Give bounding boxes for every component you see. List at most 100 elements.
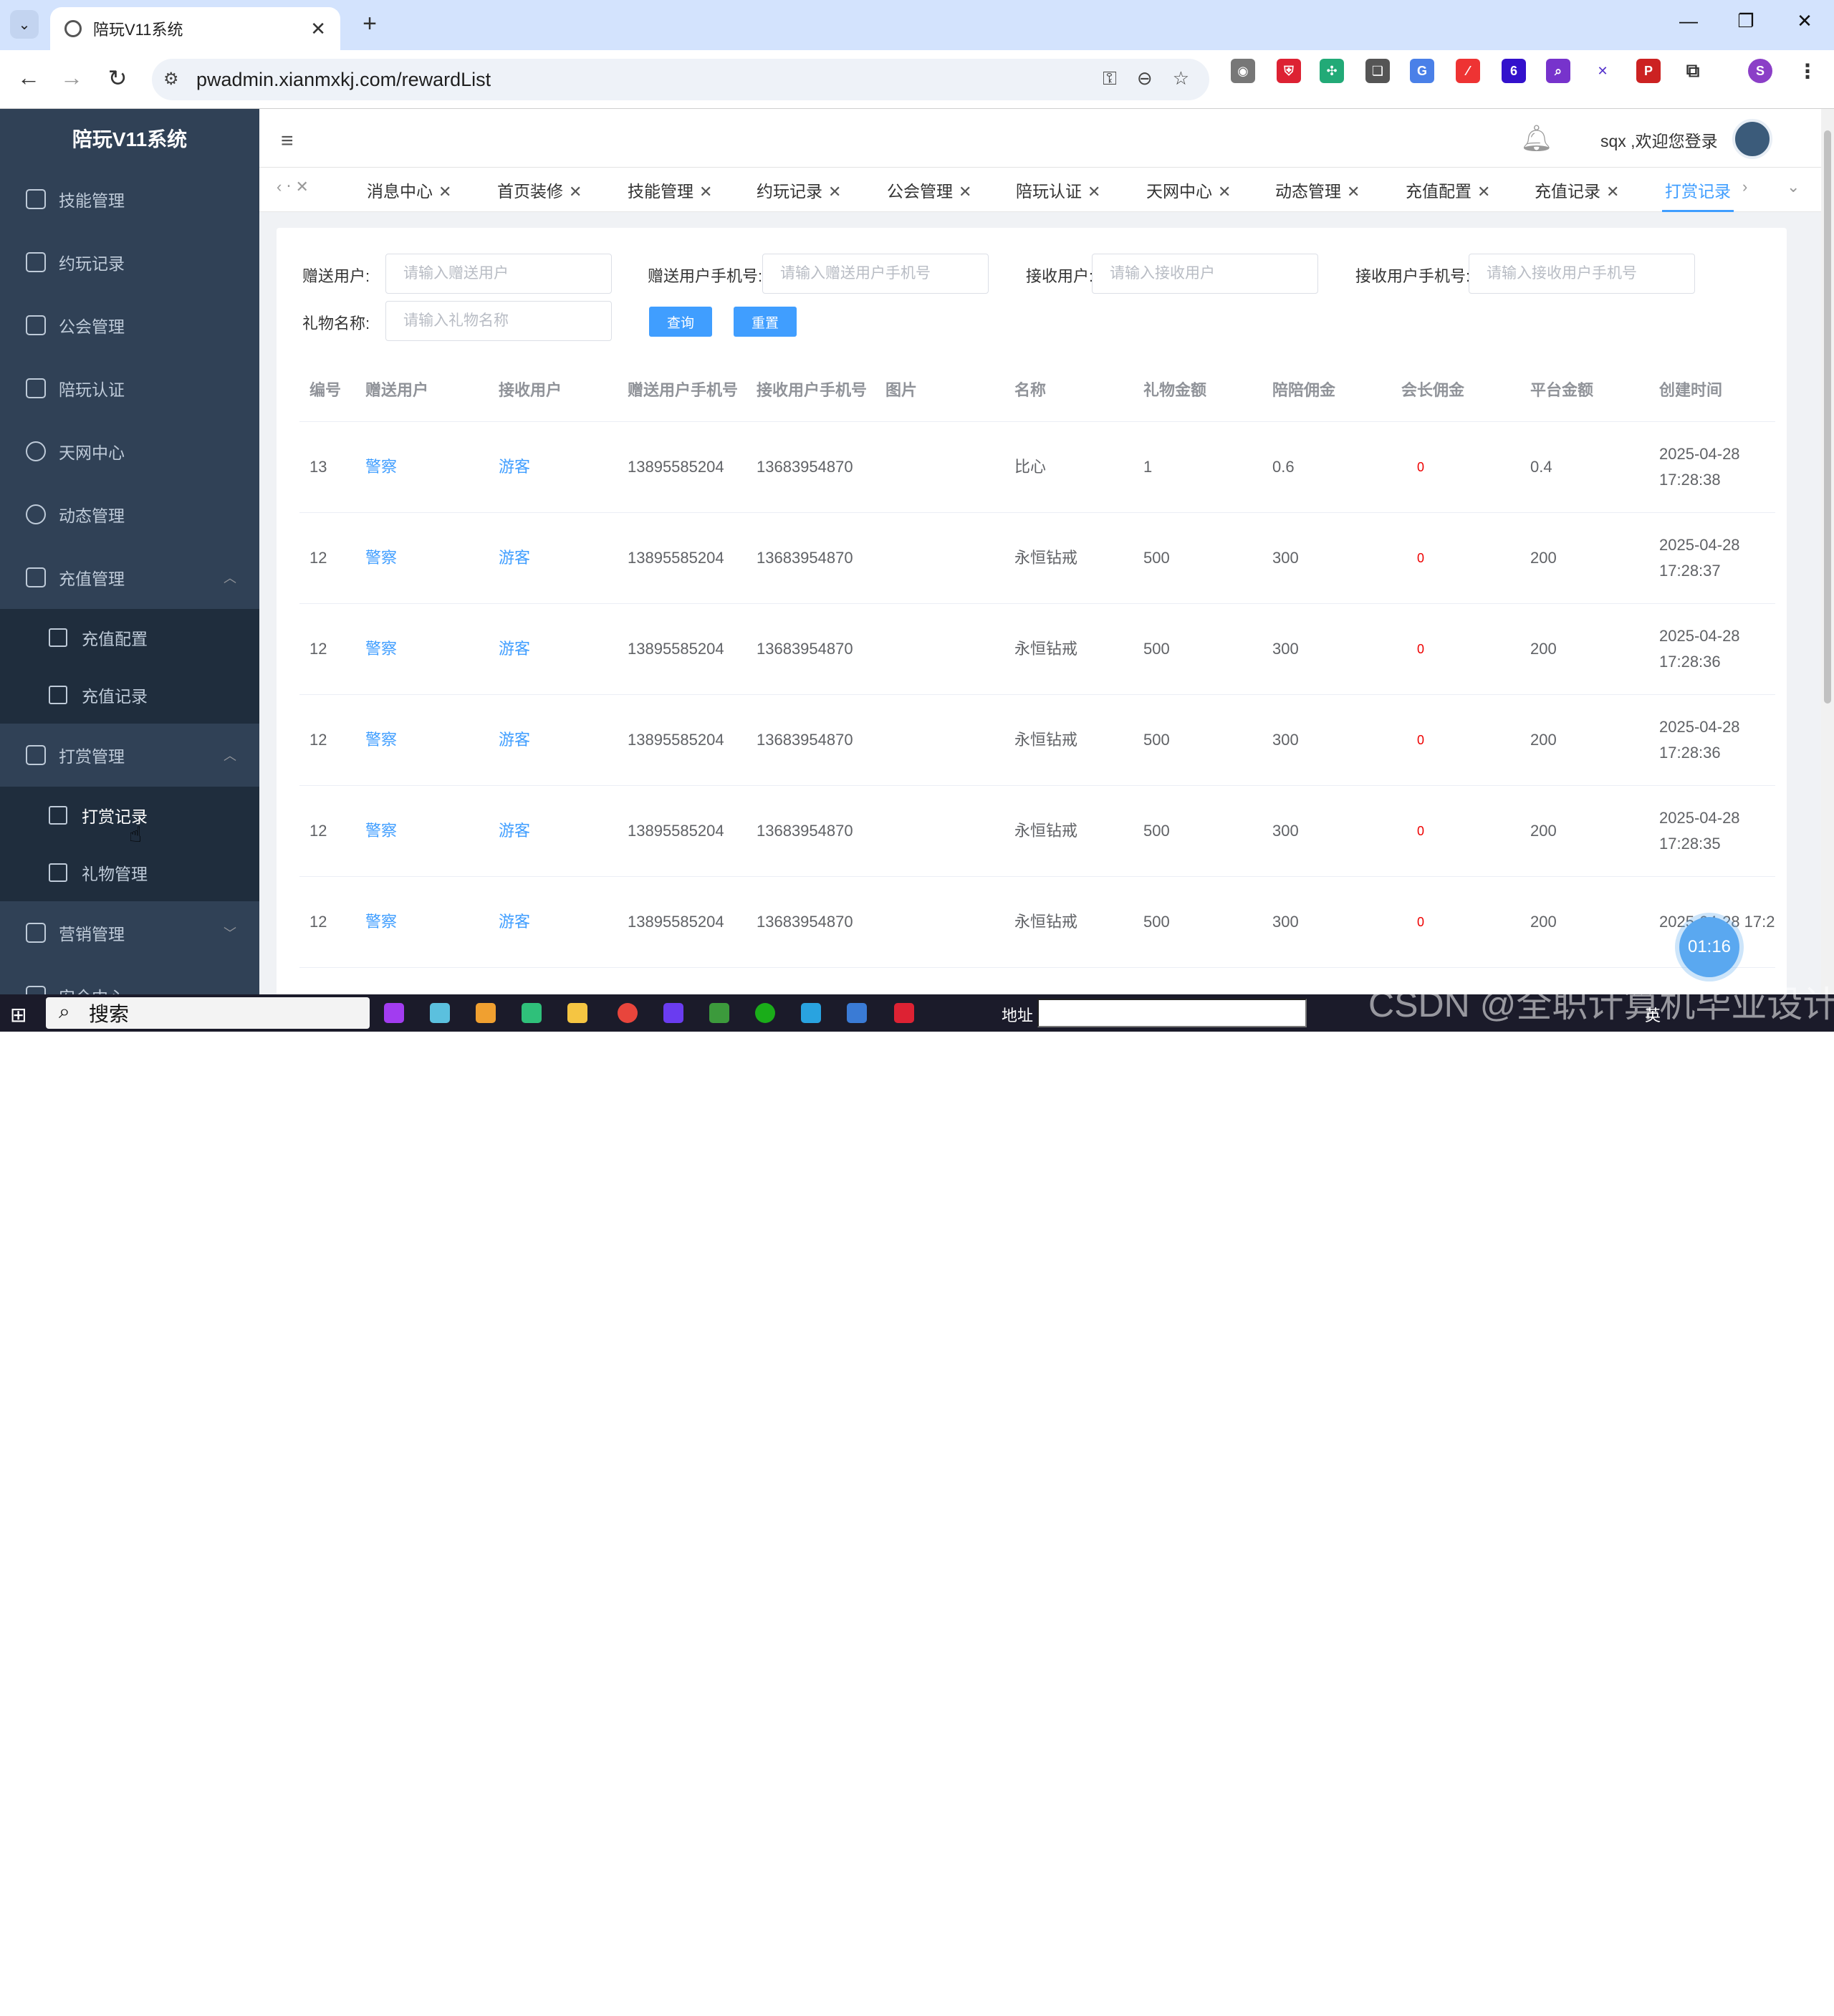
hamburger-menu-icon[interactable]: ≡ [281, 129, 294, 153]
pdf-extension-icon[interactable]: P [1636, 59, 1661, 83]
app-icon-5[interactable] [709, 1003, 729, 1023]
key-icon[interactable]: ⚿ [1103, 67, 1117, 90]
tags-dropdown-icon[interactable]: ⌄ [1787, 178, 1800, 196]
sidebar-item-guild[interactable]: 公会管理 [0, 294, 259, 357]
copy-extension-icon[interactable]: ❏ [1365, 59, 1390, 83]
zoom-icon[interactable]: ⊖ [1137, 67, 1153, 90]
sidebar-item-reward[interactable]: 打赏管理 ︿ [0, 724, 259, 787]
tag-recharge-config[interactable]: 充值配置 ✕ [1406, 178, 1490, 202]
close-icon[interactable]: ✕ [699, 183, 712, 201]
app-icon-3[interactable] [476, 1003, 496, 1023]
close-icon[interactable]: ✕ [569, 183, 582, 201]
sidebar-item-security[interactable]: 安全中心 [0, 964, 259, 994]
site-info-icon[interactable]: ⚙ [163, 69, 185, 90]
sender-input[interactable] [385, 254, 612, 294]
taskbar-search[interactable]: ⌕ 搜索 [46, 997, 370, 1029]
reload-button[interactable]: ↻ [103, 64, 132, 92]
sidebar-item-marketing[interactable]: 营销管理 ﹀ [0, 901, 259, 964]
slash-extension-icon[interactable]: ⁄ [1456, 59, 1480, 83]
ide-icon[interactable] [663, 1003, 683, 1023]
taskbar-address-input[interactable] [1037, 999, 1307, 1027]
profile-avatar[interactable]: S [1748, 59, 1772, 83]
sidebar-item-dynamics[interactable]: 动态管理 [0, 483, 259, 546]
restore-button[interactable]: ❐ [1728, 10, 1764, 32]
sidebar-subitem-recharge-config[interactable]: 充值配置 [0, 609, 259, 666]
extensions-icon[interactable]: ⧉ [1681, 59, 1705, 83]
gift-name-input[interactable] [385, 301, 612, 341]
forward-button[interactable]: → [57, 64, 86, 91]
close-window-button[interactable]: ✕ [1787, 10, 1823, 32]
new-tab-button[interactable]: + [355, 10, 384, 38]
cell-sender[interactable]: 警察 [355, 603, 489, 695]
cell-sender[interactable]: 警察 [355, 785, 489, 877]
sidebar-subitem-gift-management[interactable]: 礼物管理 [0, 844, 259, 901]
cell-sender[interactable]: 警察 [355, 694, 489, 786]
bookmark-star-icon[interactable]: ☆ [1173, 67, 1189, 90]
x-extension-icon[interactable]: ✕ [1590, 59, 1615, 83]
app-icon-7[interactable] [847, 1003, 867, 1023]
minimize-button[interactable]: — [1671, 10, 1706, 32]
tag-dynamics[interactable]: 动态管理 ✕ [1275, 178, 1360, 202]
cell-sender[interactable]: 警察 [355, 512, 489, 604]
network-extension-icon[interactable]: ✣ [1320, 59, 1344, 83]
shield-extension-icon[interactable]: ⛨ [1277, 59, 1301, 83]
reset-button[interactable]: 重置 [734, 307, 797, 337]
wechat-icon[interactable] [755, 1003, 775, 1023]
close-icon[interactable]: ✕ [1477, 183, 1490, 201]
tag-guild[interactable]: 公会管理 ✕ [887, 178, 971, 202]
receiver-phone-input[interactable] [1469, 254, 1695, 294]
cell-receiver[interactable]: 游客 [489, 421, 618, 513]
receiver-input[interactable] [1092, 254, 1318, 294]
puzzle-badge-extension-icon[interactable]: 6 [1502, 59, 1526, 83]
cell-receiver[interactable]: 游客 [489, 694, 618, 786]
app-icon-2[interactable] [430, 1003, 450, 1023]
browser-tab[interactable]: 陪玩V11系统 ✕ [50, 7, 340, 50]
app-icon-1[interactable] [384, 1003, 404, 1023]
sender-phone-input[interactable] [762, 254, 989, 294]
cell-receiver[interactable]: 游客 [489, 785, 618, 877]
close-icon[interactable]: ✕ [1606, 183, 1619, 201]
user-avatar[interactable] [1732, 119, 1772, 159]
translate-extension-icon[interactable]: G [1410, 59, 1434, 83]
cell-receiver[interactable]: 游客 [489, 603, 618, 695]
back-button[interactable]: ← [14, 64, 43, 91]
close-icon[interactable]: ✕ [1347, 183, 1360, 201]
wps-icon[interactable] [894, 1003, 914, 1023]
tag-skynet[interactable]: 天网中心 ✕ [1146, 178, 1231, 202]
close-icon[interactable]: ✕ [1218, 183, 1231, 201]
sidebar-item-skynet[interactable]: 天网中心 [0, 420, 259, 483]
tag-home-decoration[interactable]: 首页装修 ✕ [497, 178, 582, 202]
cell-sender[interactable]: 警察 [355, 876, 489, 968]
close-icon[interactable]: ✕ [959, 183, 971, 201]
sidebar-item-certification[interactable]: 陪玩认证 [0, 357, 259, 420]
query-button[interactable]: 查询 [649, 307, 712, 337]
tags-scroll-left-icon[interactable]: ‹ ‧ ✕ [277, 178, 309, 196]
tag-skills[interactable]: 技能管理 ✕ [628, 178, 712, 202]
tag-certification[interactable]: 陪玩认证 ✕ [1016, 178, 1100, 202]
tag-recharge-records[interactable]: 充值记录 ✕ [1535, 178, 1619, 202]
close-icon[interactable]: ✕ [1088, 183, 1100, 201]
close-icon[interactable]: ✕ [828, 183, 841, 201]
tab-search-dropdown[interactable]: ⌄ [10, 10, 39, 39]
cell-receiver[interactable]: 游客 [489, 876, 618, 968]
page-scrollbar[interactable] [1821, 109, 1834, 994]
tag-play-records[interactable]: 约玩记录 ✕ [757, 178, 841, 202]
url-field[interactable]: ⚙ pwadmin.xianmxkj.com/rewardList ⚿ ⊖ ☆ [152, 59, 1209, 100]
app-icon-6[interactable] [801, 1003, 821, 1023]
search-extension-icon[interactable]: ⌕ [1546, 59, 1570, 83]
bell-icon[interactable]: 🔔︎ [1520, 123, 1553, 153]
cell-receiver[interactable]: 游客 [489, 512, 618, 604]
close-tab-icon[interactable]: ✕ [310, 18, 326, 40]
scrollbar-thumb[interactable] [1824, 130, 1831, 704]
windows-start-icon[interactable]: ⊞ [10, 1003, 27, 1027]
browser-menu-icon[interactable]: ⋮ [1795, 59, 1820, 83]
sidebar-item-play-records[interactable]: 约玩记录 [0, 231, 259, 294]
sidebar-item-skills[interactable]: 技能管理 [0, 168, 259, 231]
cell-sender[interactable]: 警察 [355, 421, 489, 513]
sidebar-subitem-recharge-records[interactable]: 充值记录 [0, 666, 259, 724]
tag-reward-records[interactable]: 打赏记录 [1662, 178, 1734, 212]
chrome-icon[interactable] [618, 1003, 638, 1023]
tags-scroll-right-icon[interactable]: › [1742, 178, 1747, 196]
app-icon-4[interactable] [522, 1003, 542, 1023]
tag-message-center[interactable]: 消息中心 ✕ [367, 178, 451, 202]
